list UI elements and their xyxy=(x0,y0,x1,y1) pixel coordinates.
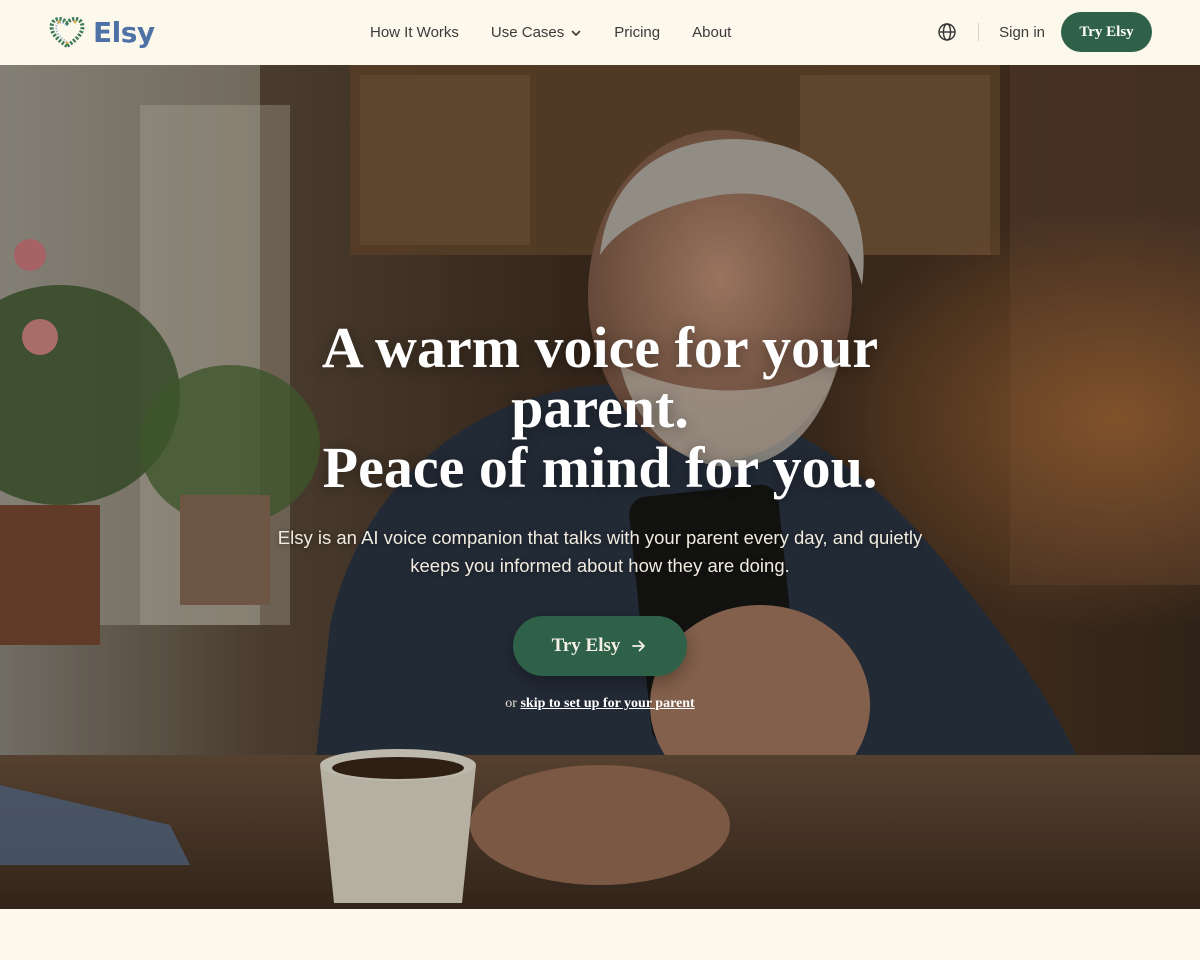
skip-prefix: or xyxy=(505,696,517,711)
nav-divider xyxy=(978,23,980,41)
try-elsy-nav-button[interactable]: Try Elsy xyxy=(1061,12,1152,52)
try-elsy-hero-label: Try Elsy xyxy=(551,635,621,656)
nav-use-cases[interactable]: Use Cases xyxy=(491,24,582,41)
hero-title-line-1: A warm voice for your parent. xyxy=(321,315,879,440)
try-elsy-hero-button[interactable]: Try Elsy xyxy=(513,616,687,676)
sign-in-link[interactable]: Sign in xyxy=(999,24,1045,41)
hero-section: A warm voice for your parent. Peace of m… xyxy=(0,65,1200,909)
nav-pricing[interactable]: Pricing xyxy=(614,24,660,41)
nav-about[interactable]: About xyxy=(692,24,731,41)
main-nav: How It Works Use Cases Pricing About xyxy=(370,0,731,65)
brand-logo-link[interactable]: Elsy xyxy=(47,12,155,52)
top-navbar: Elsy How It Works Use Cases Pricing Abou… xyxy=(0,0,1200,65)
hero-subtitle: Elsy is an AI voice companion that talks… xyxy=(277,527,923,576)
hero-title-line-2: Peace of mind for you. xyxy=(322,435,878,500)
nav-actions: Sign in Try Elsy xyxy=(937,12,1152,52)
nav-use-cases-label: Use Cases xyxy=(490,24,565,41)
globe-icon[interactable] xyxy=(937,22,957,42)
hero-skip-line: or skip to set up for your parent xyxy=(0,696,1200,712)
skip-setup-link[interactable]: skip to set up for your parent xyxy=(520,696,694,711)
hero-title: A warm voice for your parent. Peace of m… xyxy=(250,318,950,498)
chevron-down-icon xyxy=(571,30,581,36)
arrow-right-icon xyxy=(632,640,646,652)
brand-name: Elsy xyxy=(93,15,155,49)
nav-how-it-works[interactable]: How It Works xyxy=(370,24,459,41)
heart-wreath-icon xyxy=(49,17,85,49)
